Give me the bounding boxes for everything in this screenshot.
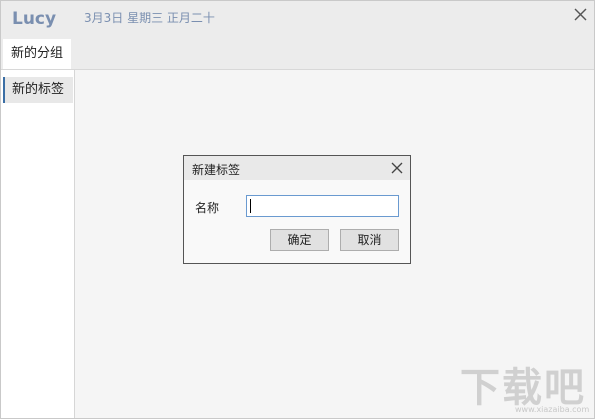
name-field-label: 名称 [195,201,220,215]
new-tag-dialog: 新建标签 名称 确定 取消 [183,155,411,264]
cancel-button[interactable]: 取消 [340,229,399,251]
sidebar-item-new-tag[interactable]: 新的标签 [3,77,73,103]
title-bar: Lucy 3月3日 星期三 正月二十 [1,1,594,39]
close-icon [574,8,587,21]
dialog-title: 新建标签 [192,163,241,177]
tab-new-group[interactable]: 新的分组 [3,39,72,69]
group-tab-bar: 新的分组 [1,39,594,70]
dialog-close-button[interactable] [389,160,405,176]
window-close-button[interactable] [571,5,591,25]
watermark-url: www.xiazaiba.com [515,405,590,414]
app-name: Lucy [12,9,57,29]
tag-sidebar: 新的标签 [1,70,75,418]
text-caret [250,199,251,213]
close-icon [391,162,403,174]
date-display: 3月3日 星期三 正月二十 [84,11,215,25]
dialog-title-bar: 新建标签 [184,156,410,180]
tag-name-input[interactable] [246,195,399,217]
ok-button[interactable]: 确定 [270,229,329,251]
